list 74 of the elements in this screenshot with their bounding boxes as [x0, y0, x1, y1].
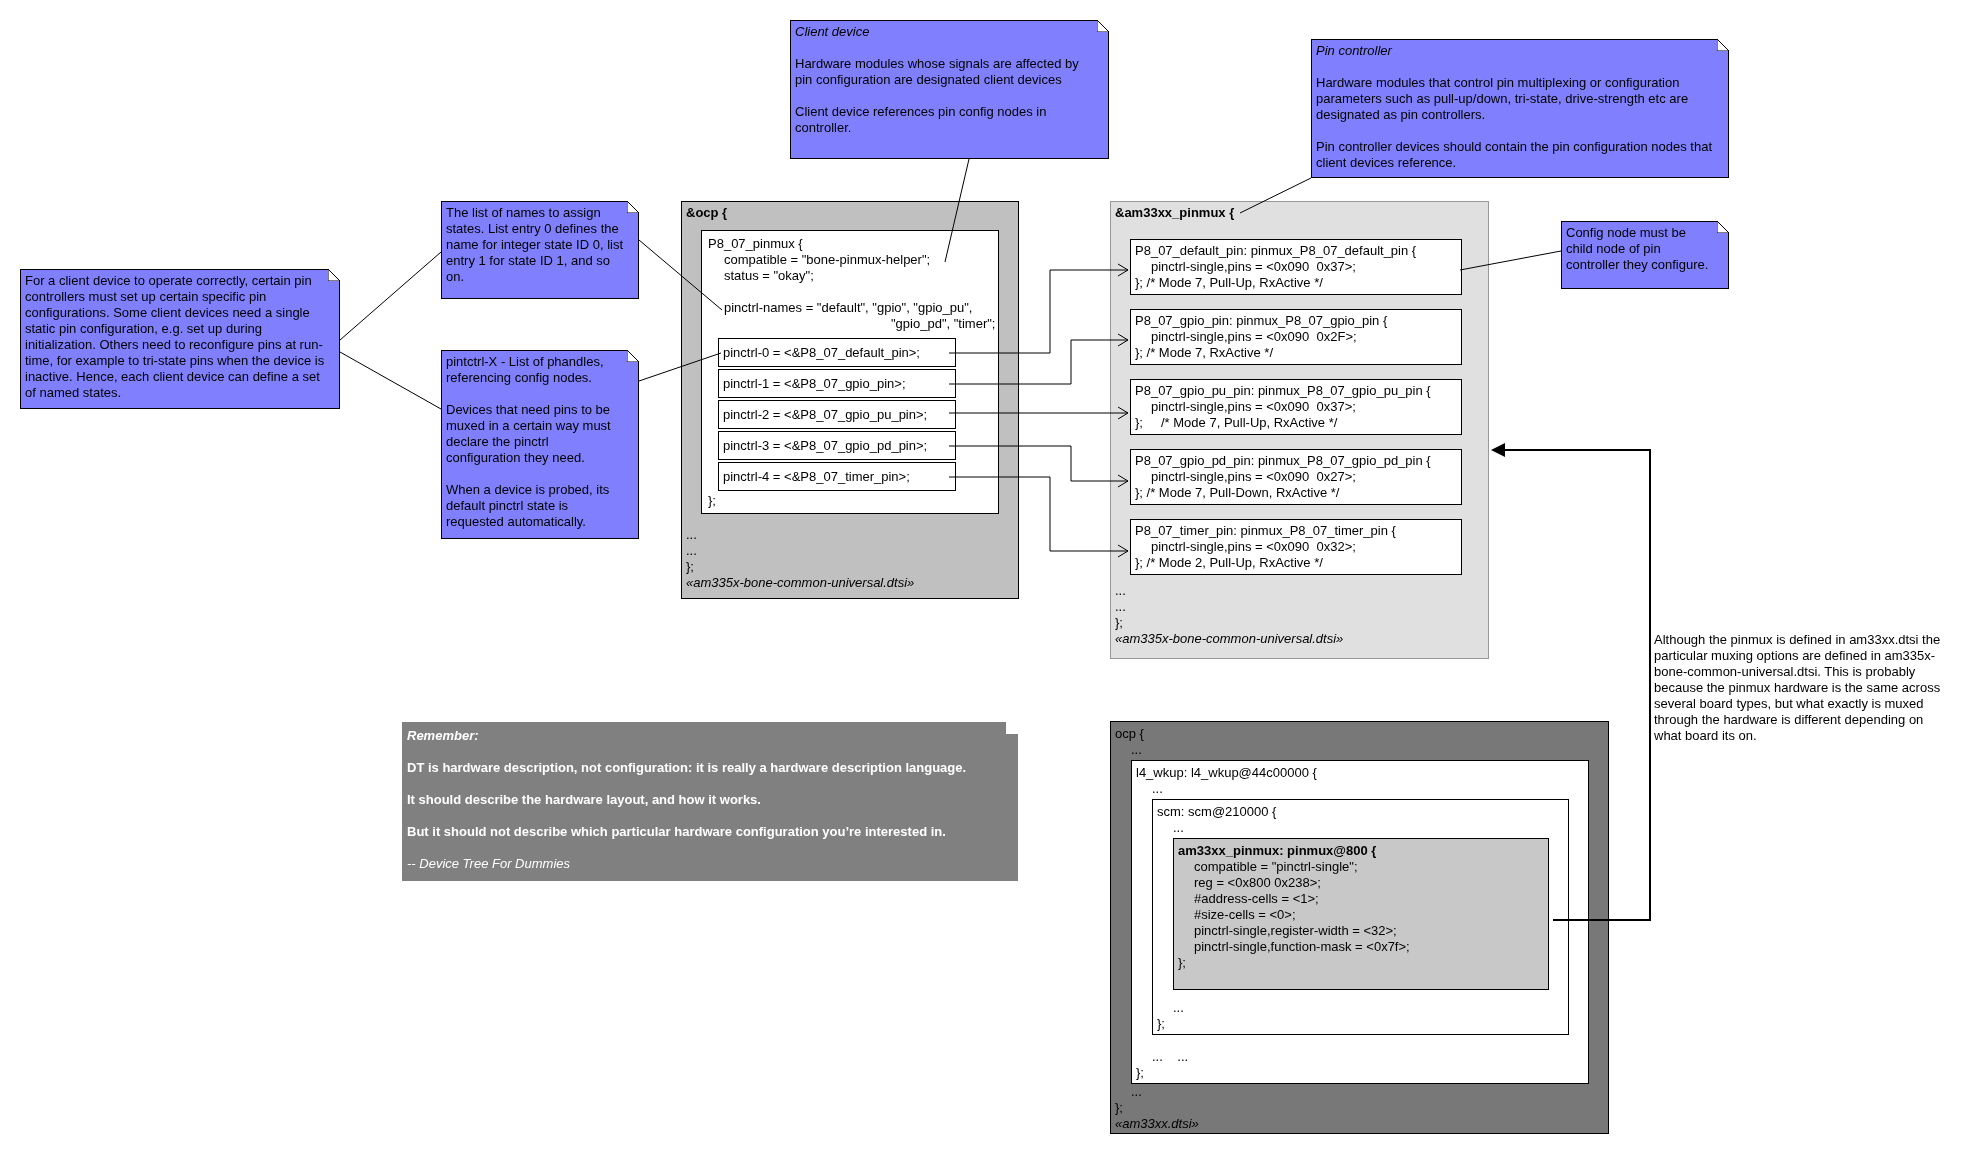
pinctrl-entry: pinctrl-4 = <&P8_07_timer_pin>; — [718, 462, 956, 491]
code-line: ... — [1130, 742, 1143, 758]
note-title: Remember: — [407, 728, 480, 744]
note-text: But it should not describe which particular hardware configuration you’re interested in. — [407, 824, 947, 840]
note-text: DT is hardware description, not configuration: it is really a hardware description language. — [407, 760, 968, 776]
code-line: #size-cells = <0>; — [1193, 907, 1297, 923]
file-label: «am335x-bone-common-universal.dtsi» — [1115, 631, 1345, 647]
code-line: }; — [1178, 955, 1187, 971]
code-line: pinctrl-single,pins = <0x090 0x37>; — [1150, 399, 1357, 415]
note-text: Hardware modules whose signals are affected by pin configuration are designated client devices — [795, 56, 1080, 88]
code-line: }; /* Mode 7, Pull-Down, RxActive */ — [1135, 485, 1341, 501]
code-line: }; — [1115, 1100, 1124, 1116]
note-text: Config node must be child node of pin controller they configure. — [1566, 225, 1710, 273]
code-line: }; — [686, 559, 695, 575]
note-text: When a device is probed, its default pinctrl state is requested automatically. — [446, 482, 611, 530]
code-line: }; /* Mode 7, RxActive */ — [1135, 345, 1274, 361]
code-line: P8_07_gpio_pin: pinmux_P8_07_gpio_pin { — [1135, 313, 1389, 329]
code-line: }; /* Mode 7, Pull-Up, RxActive */ — [1135, 275, 1324, 291]
code-line: P8_07_pinmux { — [708, 236, 804, 252]
file-label: «am33xx.dtsi» — [1115, 1116, 1200, 1132]
block-title: &ocp { — [686, 205, 729, 221]
pinctrl-entry: pinctrl-3 = <&P8_07_gpio_pd_pin>; — [718, 431, 956, 460]
code-line: pinctrl-single,pins = <0x090 0x27>; — [1150, 469, 1357, 485]
code-line: compatible = "bone-pinmux-helper"; — [723, 252, 932, 268]
code-line: pinctrl-names = "default", "gpio", "gpio_pu", — [723, 300, 974, 316]
note-text: For a client device to operate correctly, certain pin controllers must set up certain specific pin configurations. Some client devices need a single static pin configuration, e.g. set up during initialization. Others need to reconfigure pins at run-time, for example to tri-state pins when the device is inactive. Hence, each client device can define a set of named states. — [25, 273, 325, 401]
file-label: «am335x-bone-common-universal.dtsi» — [686, 575, 916, 591]
code-line: l4_wkup: l4_wkup@44c00000 { — [1136, 765, 1318, 781]
code-line: ... — [686, 543, 698, 559]
code-line: compatible = "pinctrl-single"; — [1193, 859, 1359, 875]
code-line: }; — [1136, 1065, 1145, 1081]
code-line: }; /* Mode 7, Pull-Up, RxActive */ — [1135, 415, 1339, 431]
note-text: Devices that need pins to be muxed in a certain way must declare the pinctrl configuration they need. — [446, 402, 612, 466]
code-line: pinctrl-single,pins = <0x090 0x37>; — [1150, 259, 1357, 275]
attribution: -- Device Tree For Dummies — [407, 856, 571, 872]
code-line: P8_07_default_pin: pinmux_P8_07_default_pin { — [1135, 243, 1418, 259]
code-line: ... — [1115, 583, 1127, 599]
annotation-text: Although the pinmux is defined in am33xx.dtsi the particular muxing options are defined in am335x-bone-common-universal.dtsi. This is probably because the pinmux hardware is the same across several board types, but what exactly is muxed through the hardware is different depending on what board its on. — [1654, 632, 1942, 744]
code-line: }; /* Mode 2, Pull-Up, RxActive */ — [1135, 555, 1324, 571]
note-text: Pin controller devices should contain the pin configuration nodes that client devices reference. — [1316, 139, 1714, 171]
code-line: pinctrl-single,pins = <0x090 0x32>; — [1150, 539, 1357, 555]
code-line: reg = <0x800 0x238>; — [1193, 875, 1322, 891]
note-title: Client device — [795, 24, 871, 40]
code-line: }; — [1115, 615, 1124, 631]
code-line: ... — [1130, 1084, 1143, 1100]
note-title: Pin controller — [1316, 43, 1394, 59]
code-line: ... — [1172, 1000, 1185, 1016]
code-line: ... — [1151, 781, 1164, 797]
code-line: ... — [686, 527, 698, 543]
code-line: #address-cells = <1>; — [1193, 891, 1320, 907]
code-line: pinctrl-single,register-width = <32>; — [1193, 923, 1398, 939]
code-line: scm: scm@210000 { — [1157, 804, 1278, 820]
code-line: ... — [1172, 820, 1185, 836]
code-line: pinctrl-single,function-mask = <0x7f>; — [1193, 939, 1411, 955]
note-text: Client device references pin config nodes in controller. — [795, 104, 1048, 136]
code-line: status = "okay"; — [723, 268, 815, 284]
code-line: }; — [708, 493, 717, 509]
note-text: Hardware modules that control pin multiplexing or configuration parameters such as pull-up/down, tri-state, drive-strength etc are designated as pin controllers. — [1316, 75, 1690, 123]
pinctrl-entry: pinctrl-2 = <&P8_07_gpio_pu_pin>; — [718, 400, 956, 429]
code-line: ocp { — [1115, 726, 1145, 742]
note-text: The list of names to assign states. List entry 0 defines the name for integer state ID 0, list entry 1 for state ID 1, and so on. — [446, 205, 624, 285]
block-title: &am33xx_pinmux { — [1115, 205, 1236, 221]
code-line: P8_07_timer_pin: pinmux_P8_07_timer_pin { — [1135, 523, 1397, 539]
code-line: }; — [1157, 1016, 1166, 1032]
code-line: pinctrl-single,pins = <0x090 0x2F>; — [1150, 329, 1358, 345]
pinctrl-entry: pinctrl-0 = <&P8_07_default_pin>; — [718, 338, 956, 367]
note-text: pintctrl-X - List of phandles, referencing config nodes. — [446, 354, 605, 386]
note-text: It should describe the hardware layout, and how it works. — [407, 792, 762, 808]
code-line: am33xx_pinmux: pinmux@800 { — [1178, 843, 1378, 859]
code-line: ... ... — [1151, 1049, 1190, 1065]
pinctrl-entry: pinctrl-1 = <&P8_07_gpio_pin>; — [718, 369, 956, 398]
code-line: P8_07_gpio_pu_pin: pinmux_P8_07_gpio_pu_pin { — [1135, 383, 1432, 399]
code-line: P8_07_gpio_pd_pin: pinmux_P8_07_gpio_pd_pin { — [1135, 453, 1432, 469]
code-line: ... — [1115, 599, 1127, 615]
